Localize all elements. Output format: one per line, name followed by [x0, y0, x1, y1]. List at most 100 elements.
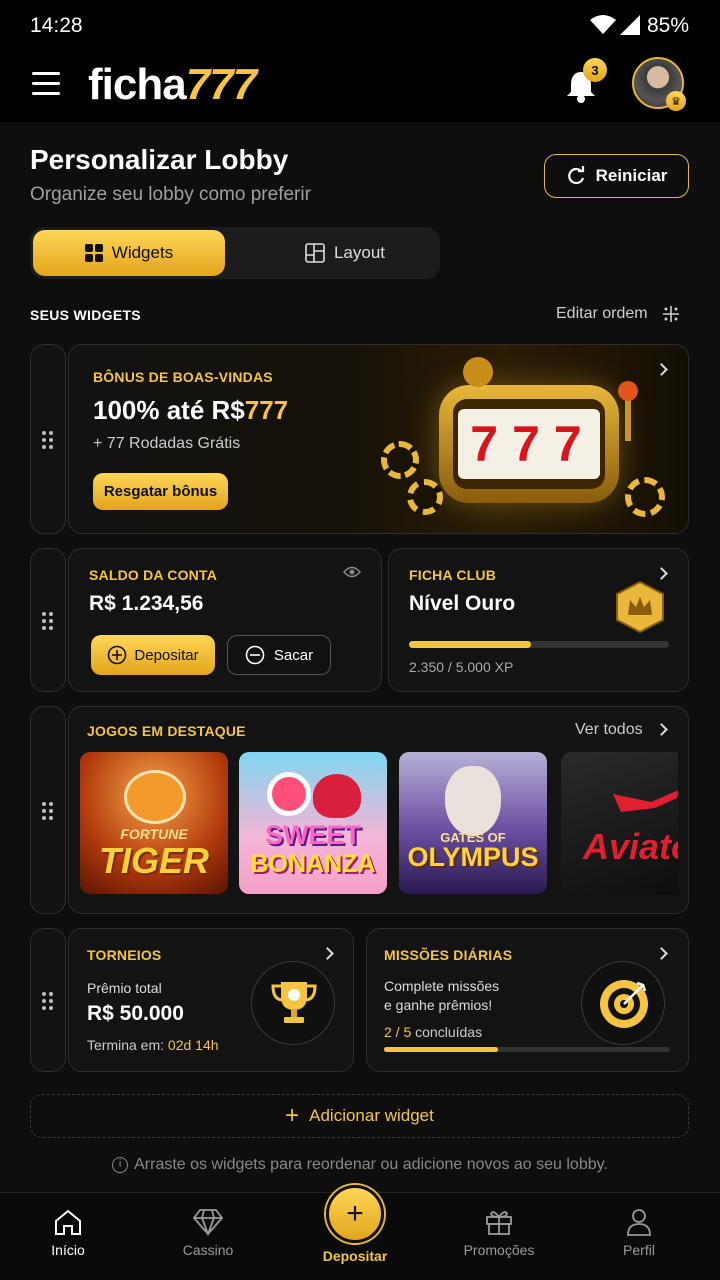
avatar[interactable]: ♛ [632, 57, 686, 111]
chip-icon [407, 479, 443, 515]
nav-profile-label: Perfil [623, 1242, 655, 1258]
nav-home-label: Início [51, 1242, 85, 1258]
zeus-face [445, 766, 501, 836]
game-card-sweet-bonanza[interactable]: SWEET BONANZA [239, 752, 387, 894]
add-widget-label: Adicionar widget [309, 1106, 434, 1125]
tiger-face [124, 770, 186, 824]
coin-icon [463, 357, 493, 387]
chip-icon [381, 441, 419, 479]
app-header: ficha777 3 ♛ [0, 52, 720, 122]
game-card-fortune-tiger[interactable]: FORTUNE TIGER [80, 752, 228, 894]
deposit-button[interactable]: Depositar [91, 635, 215, 675]
nav-promotions-label: Promoções [463, 1242, 535, 1258]
chevron-right-icon[interactable] [655, 723, 668, 736]
see-all-label: Ver todos [575, 721, 643, 738]
tab-widgets[interactable]: Widgets [33, 230, 225, 276]
eye-icon[interactable] [343, 565, 361, 579]
prize-label: Prêmio total [87, 980, 162, 996]
add-widget-button[interactable]: + Adicionar widget [30, 1094, 689, 1138]
nav-promotions[interactable]: Promoções [439, 1208, 559, 1258]
plus-circle-icon [108, 645, 127, 665]
nav-profile[interactable]: Perfil [579, 1208, 699, 1258]
tournaments-title: TORNEIOS [87, 947, 162, 963]
club-title: FICHA CLUB [409, 567, 497, 583]
notifications-button[interactable]: 3 [562, 58, 607, 106]
battery-level: 85% [647, 14, 690, 37]
chip-icon [625, 477, 665, 517]
prize-value: R$ 50.000 [87, 1002, 184, 1025]
slot-machine-image: 777 [439, 385, 619, 503]
club-level: Nível Ouro [409, 592, 516, 615]
club-progress-fill [409, 641, 532, 648]
slot-lever-knob [618, 381, 638, 401]
logo-number: 777 [185, 60, 257, 109]
page-title: Personalizar Lobby [30, 144, 289, 175]
drag-icon [662, 306, 679, 322]
edit-order-button[interactable]: Editar ordem [556, 305, 680, 323]
game-title-line2: Aviato [583, 826, 678, 867]
withdraw-label: Sacar [273, 646, 314, 664]
logo-text: ficha [88, 60, 187, 109]
status-bar: 14:28 85% [0, 0, 720, 52]
info-icon: i [112, 1157, 129, 1173]
bonus-headline-value: 777 [244, 395, 289, 425]
club-xp: 2.350 / 5.000 XP [409, 659, 514, 675]
wifi-icon [590, 15, 616, 34]
chevron-right-icon[interactable] [655, 363, 668, 376]
drag-handle-tournaments[interactable] [30, 928, 66, 1072]
tab-layout[interactable]: Layout [270, 230, 420, 276]
deposit-fab[interactable]: + [326, 1185, 384, 1243]
claim-bonus-button[interactable]: Resgatar bônus [93, 473, 228, 510]
game-title-line2: TIGER [98, 840, 209, 881]
withdraw-button[interactable]: Sacar [227, 635, 331, 675]
bonus-widget[interactable]: BÔNUS DE BOAS-VINDAS 100% até R$777 + 77… [68, 344, 689, 534]
reset-button[interactable]: Reiniciar [544, 154, 689, 198]
ends-value: 02d 14h [167, 1037, 219, 1053]
balance-widget: SALDO DA CONTA R$ 1.234,56 Depositar Sac… [68, 548, 382, 692]
ends-label: Termina em: [87, 1037, 165, 1053]
crown-badge: ♛ [666, 91, 686, 111]
target-badge [581, 961, 665, 1045]
game-card-gates-of-olympus[interactable]: GATES OF OLYMPUS [399, 752, 547, 894]
user-icon [627, 1209, 651, 1236]
trophy-badge [251, 961, 335, 1045]
drag-handle-games[interactable] [30, 706, 66, 914]
status-time: 14:28 [30, 14, 83, 37]
missions-progress-fill [384, 1047, 499, 1052]
app-logo: ficha777 [88, 60, 257, 110]
game-title-line1: SWEET [264, 820, 361, 850]
tab-layout-label: Layout [333, 243, 386, 262]
nav-deposit-label: Depositar [322, 1248, 388, 1264]
layout-icon [305, 243, 325, 263]
bonus-headline-prefix: 100% até R$ [93, 395, 245, 425]
nav-deposit[interactable]: Depositar [295, 1248, 415, 1264]
bonus-headline: 100% até R$777 [93, 395, 288, 426]
game-card-aviator[interactable]: Aviato [561, 752, 678, 894]
bonus-subtitle: + 77 Rodadas Grátis [93, 435, 241, 452]
ficha-club-widget[interactable]: FICHA CLUB Nível Ouro 2.350 / 5.000 XP [388, 548, 689, 692]
daily-missions-widget[interactable]: MISSÕES DIÁRIAS Complete missões e ganhe… [366, 928, 689, 1072]
nav-casino[interactable]: Cassino [148, 1208, 268, 1258]
menu-icon[interactable] [32, 72, 60, 95]
missions-done-label: concluídas [415, 1024, 483, 1040]
tab-widgets-label: Widgets [111, 243, 174, 262]
missions-title: MISSÕES DIÁRIAS [384, 947, 513, 963]
chevron-right-icon[interactable] [321, 947, 334, 960]
tournaments-widget[interactable]: TORNEIOS Prêmio total R$ 50.000 Termina … [68, 928, 354, 1072]
chevron-right-icon[interactable] [655, 567, 668, 580]
slot-reel-text: 777 [458, 409, 600, 479]
refresh-icon [567, 166, 584, 185]
balance-title: SALDO DA CONTA [89, 567, 218, 583]
gift-icon [486, 1211, 512, 1235]
drag-handle-bonus[interactable] [30, 344, 66, 534]
drag-handle-balance[interactable] [30, 548, 66, 692]
chevron-right-icon[interactable] [655, 947, 668, 960]
see-all-link[interactable]: Ver todos [575, 721, 643, 739]
grid-icon [84, 244, 103, 262]
missions-desc-line2: e ganhe prêmios! [384, 997, 493, 1013]
view-tabs: Widgets Layout [30, 227, 440, 279]
candy-icon [267, 772, 311, 816]
nav-home[interactable]: Início [8, 1208, 128, 1258]
target-icon [600, 980, 648, 1028]
game-title-line2: OLYMPUS [407, 842, 539, 872]
